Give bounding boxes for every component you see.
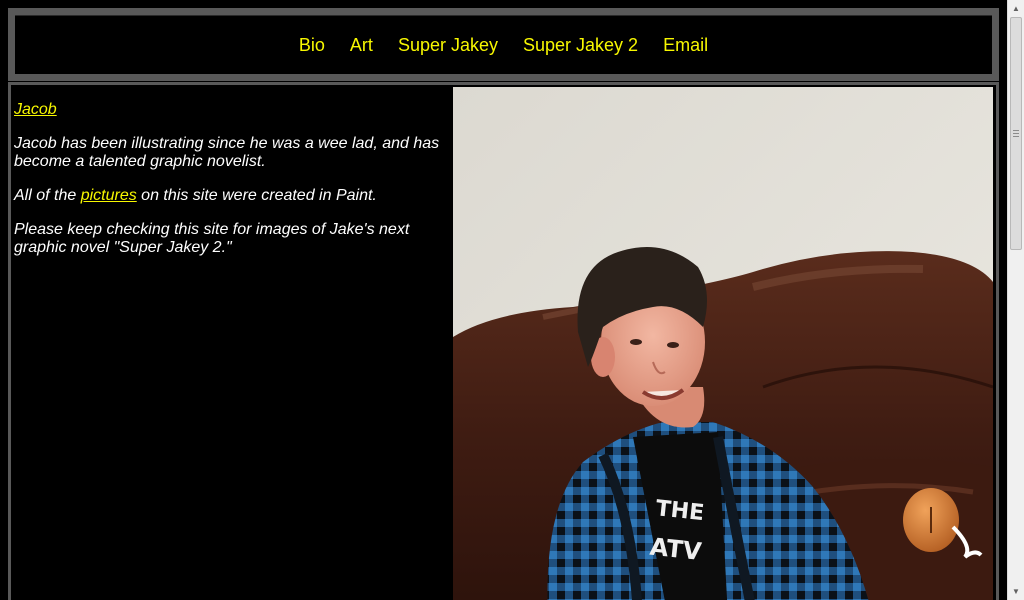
arrow-up-icon[interactable]: ▲ bbox=[1008, 0, 1024, 17]
shirt-print-2: ATV bbox=[649, 533, 704, 566]
content-panel: Jacob Jacob has been illustrating since … bbox=[11, 85, 996, 600]
bio-paragraph-3: Please keep checking this site for image… bbox=[14, 221, 410, 256]
paragraph-2-suffix: on this site were created in Paint. bbox=[136, 187, 377, 204]
arrow-down-icon[interactable]: ▼ bbox=[1008, 583, 1024, 600]
name-link[interactable]: Jacob bbox=[14, 101, 57, 118]
main-nav: Bio Art Super Jakey Super Jakey 2 Email bbox=[15, 15, 992, 74]
bio-heading: Jacob bbox=[14, 101, 450, 119]
page: Bio Art Super Jakey Super Jakey 2 Email … bbox=[0, 0, 1007, 600]
paragraph-2-prefix: All of the bbox=[14, 187, 81, 204]
nav-link-super-jakey-2[interactable]: Super Jakey 2 bbox=[523, 36, 638, 54]
portrait-photo: THE ATV bbox=[453, 87, 993, 600]
bio-paragraph-1: Jacob has been illustrating since he was… bbox=[14, 135, 440, 170]
nav-link-art[interactable]: Art bbox=[350, 36, 373, 54]
bio-text: Jacob Jacob has been illustrating since … bbox=[14, 101, 450, 273]
vertical-scrollbar[interactable]: ▲ ▼ bbox=[1007, 0, 1024, 600]
pictures-link[interactable]: pictures bbox=[81, 187, 137, 204]
scroll-thumb[interactable] bbox=[1010, 17, 1022, 250]
bio-paragraph-2: All of the pictures on this site were cr… bbox=[14, 187, 450, 205]
nav-link-email[interactable]: Email bbox=[663, 36, 708, 54]
shirt-print: THE bbox=[654, 496, 705, 526]
grip-icon bbox=[1013, 130, 1019, 137]
nav-link-bio[interactable]: Bio bbox=[299, 36, 325, 54]
portrait-photo-image: THE ATV bbox=[453, 87, 993, 600]
nav-link-super-jakey[interactable]: Super Jakey bbox=[398, 36, 498, 54]
nav-frame: Bio Art Super Jakey Super Jakey 2 Email bbox=[8, 8, 999, 81]
content-frame: Jacob Jacob has been illustrating since … bbox=[8, 82, 999, 600]
